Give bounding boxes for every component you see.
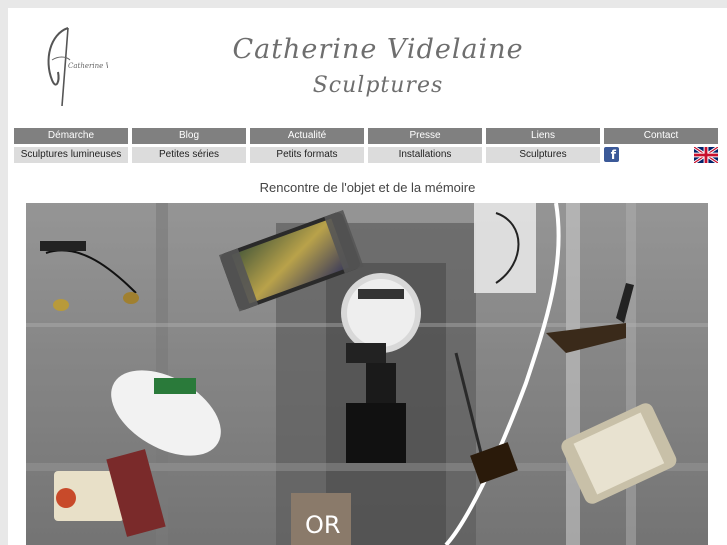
brand-header: Catherine Videlaine Sculptures xyxy=(168,34,588,98)
nav-contact[interactable]: Contact xyxy=(604,128,718,144)
nav-sculptures-lumineuses[interactable]: Sculptures lumineuses xyxy=(14,147,128,163)
site-subtitle: Sculptures xyxy=(312,73,444,98)
gallery-caption: Rencontre de l'objet et de la mémoire xyxy=(259,180,476,195)
nav-demarche[interactable]: Démarche xyxy=(14,128,128,144)
nav-petits-formats[interactable]: Petits formats xyxy=(250,147,364,163)
nav-blog[interactable]: Blog xyxy=(132,128,246,144)
uk-flag-icon[interactable] xyxy=(694,147,718,163)
nav-petites-series[interactable]: Petites séries xyxy=(132,147,246,163)
facebook-icon[interactable]: f xyxy=(604,147,619,162)
nav-sculptures[interactable]: Sculptures xyxy=(486,147,600,163)
nav-liens[interactable]: Liens xyxy=(486,128,600,144)
nav-presse[interactable]: Presse xyxy=(368,128,482,144)
photo-sign-text: OR xyxy=(305,511,341,539)
secondary-nav: Sculptures lumineuses Petites séries Pet… xyxy=(14,147,724,163)
logo-text: Catherine Videlaine xyxy=(68,62,108,70)
featured-photo[interactable]: OR xyxy=(26,203,708,545)
artist-name: Catherine Videlaine xyxy=(232,34,524,65)
nav-actualite[interactable]: Actualité xyxy=(250,128,364,144)
page-container: Catherine Videlaine Catherine Videlaine … xyxy=(8,8,727,545)
logo-monogram[interactable]: Catherine Videlaine xyxy=(38,20,108,110)
nav-installations[interactable]: Installations xyxy=(368,147,482,163)
primary-nav: Démarche Blog Actualité Presse Liens Con… xyxy=(14,128,724,144)
